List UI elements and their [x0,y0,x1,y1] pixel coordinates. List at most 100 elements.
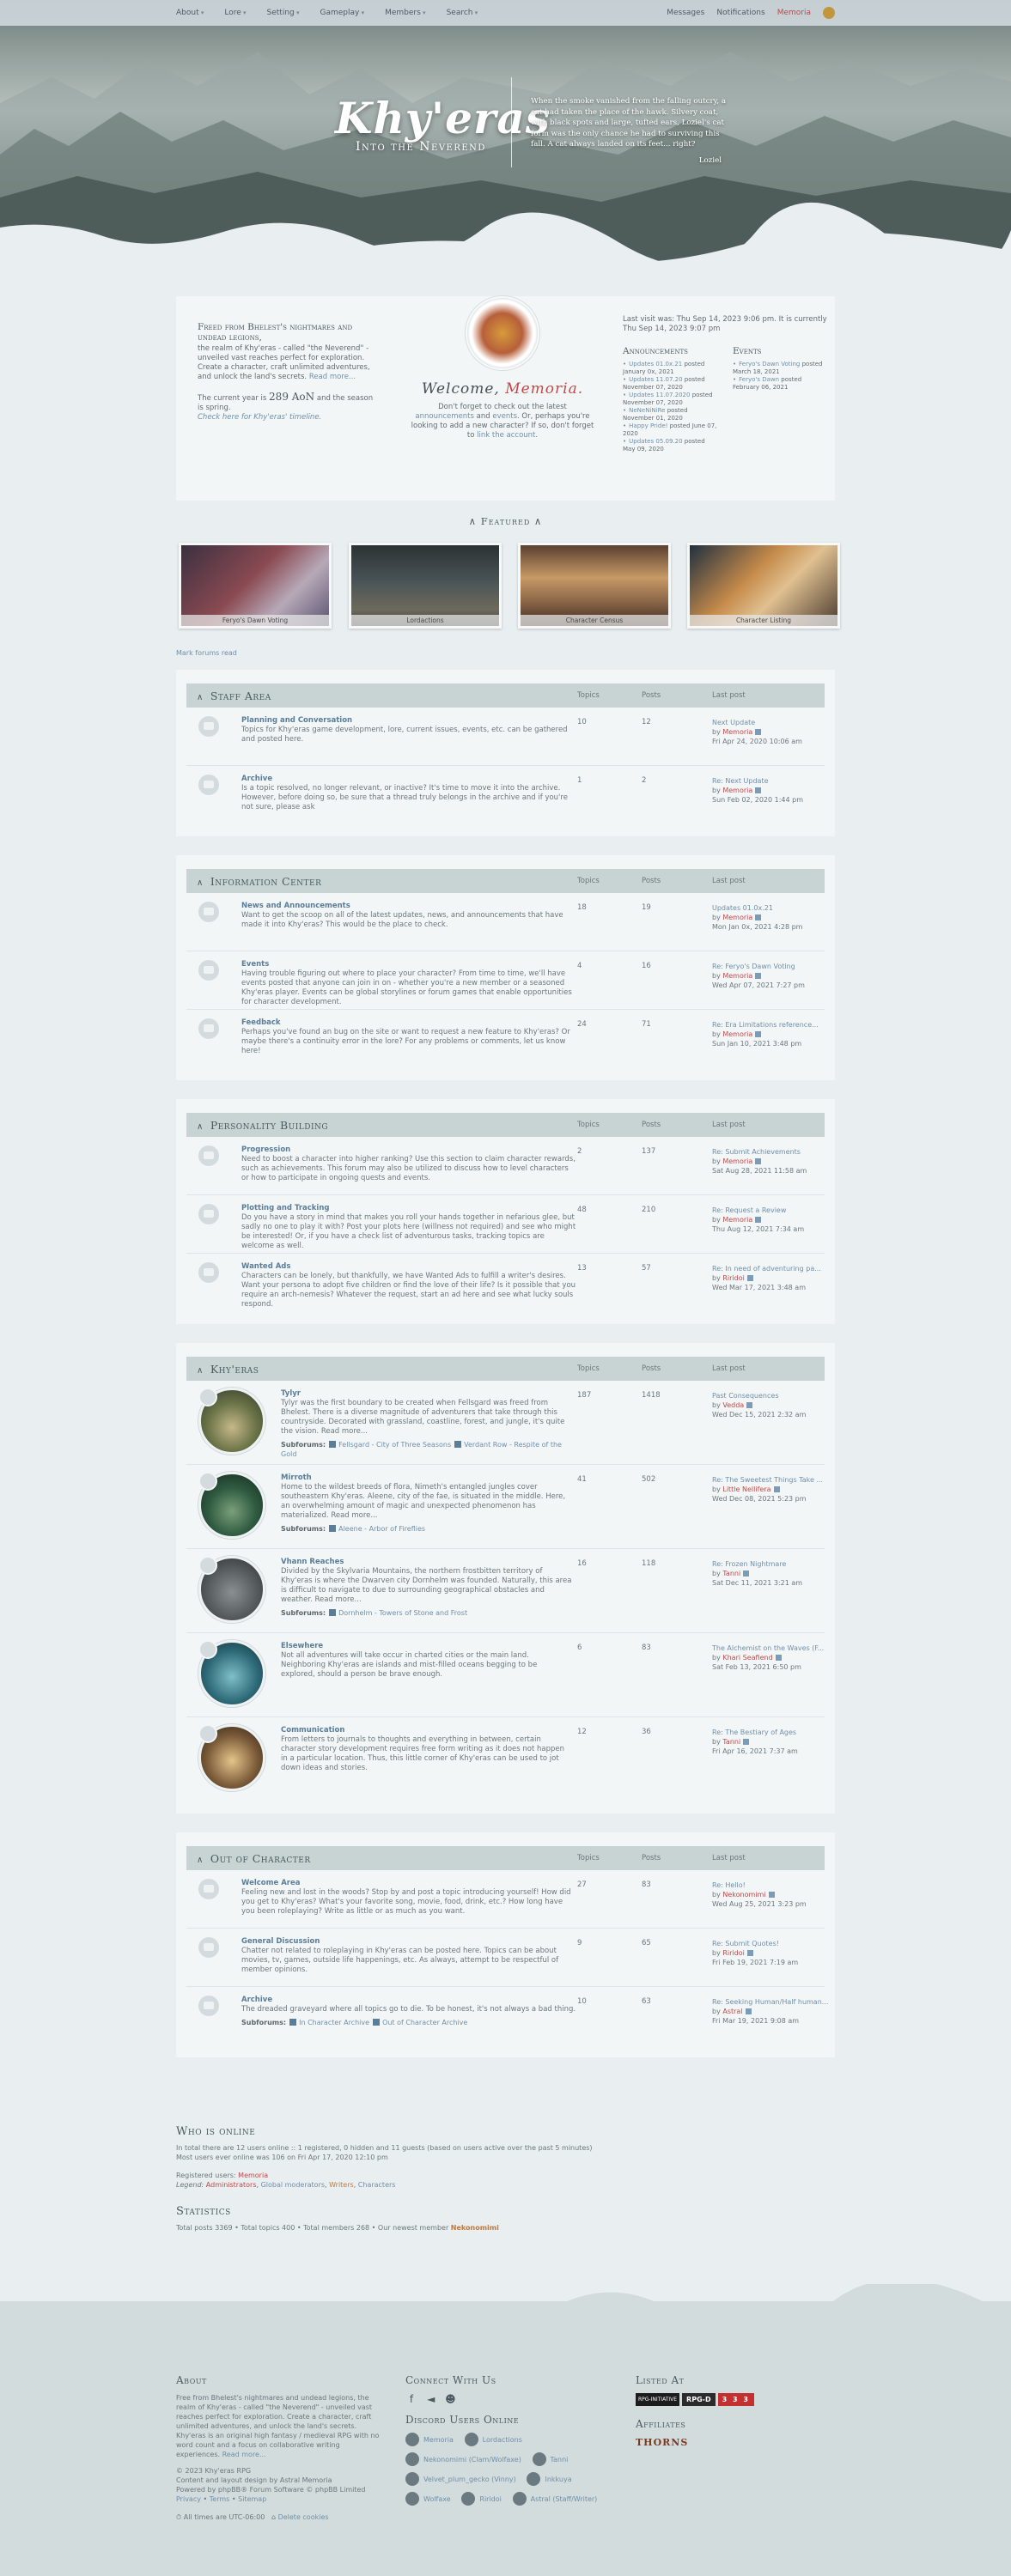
legend-characters[interactable]: Characters [358,2181,396,2189]
last-post-user-link[interactable]: Astral [722,2008,742,2015]
intro-read-more-link[interactable]: Read more... [309,373,356,381]
last-post-title-link[interactable]: Re: Era Limitations reference... [712,1020,841,1030]
category-header[interactable]: Information Center Topics Posts Last post [186,869,825,893]
forum-title-link[interactable]: Communication [281,1726,573,1735]
featured-card-4[interactable]: Character Listing [687,543,840,629]
forum-title-link[interactable]: News and Announcements [241,902,576,911]
discord-user[interactable]: Memoria [405,2433,454,2446]
last-post-user-link[interactable]: Memoria [722,1157,752,1165]
twitter-icon[interactable]: ◄ [425,2393,437,2405]
delete-cookies-link[interactable]: Delete cookies [278,2513,329,2521]
forum-title-link[interactable]: Tylyr [281,1389,573,1399]
last-post-user-link[interactable]: Riridoi [722,1274,745,1282]
forum-title-link[interactable]: Vhann Reaches [281,1558,573,1567]
category-header[interactable]: Khy'eras Topics Posts Last post [186,1357,825,1381]
listed-badge[interactable]: RPG-D [682,2393,716,2406]
last-post-user-link[interactable]: Vedda [722,1401,744,1409]
announcement-link[interactable]: Happy Pride! [629,422,667,429]
forum-row[interactable]: Plotting and Tracking Do you have a story… [186,1195,825,1254]
discord-user[interactable]: Astral (Staff/Writer) [512,2492,597,2506]
last-post-title-link[interactable]: Re: Submit Quotes! [712,1939,841,1948]
last-post-title-link[interactable]: Re: Feryo's Dawn Voting [712,962,841,971]
last-post-title-link[interactable]: Re: Hello! [712,1880,841,1890]
last-post-title-link[interactable]: The Alchemist on the Waves (F... [712,1643,841,1653]
forum-row[interactable]: Archive The dreaded graveyard where all t… [186,1987,828,2045]
forum-title-link[interactable]: Wanted Ads [241,1262,576,1272]
announcement-link[interactable]: Updates 05.09.20 [629,438,682,445]
last-post-title-link[interactable]: Re: Frozen Nightmare [712,1559,841,1569]
category-title[interactable]: Khy'eras [197,1363,259,1376]
category-header[interactable]: Personality Building Topics Posts Last post [186,1113,825,1137]
last-post-user-link[interactable]: Memoria [722,1030,752,1038]
footer-read-more-link[interactable]: Read more... [222,2451,266,2458]
forum-image[interactable] [198,1724,265,1791]
last-post-title-link[interactable]: Re: Request a Review [712,1206,841,1215]
discord-user[interactable]: Velvet_plum_gecko (Vinny) [405,2472,516,2486]
facebook-icon[interactable]: f [405,2393,417,2405]
view-latest-post-icon[interactable] [755,914,762,920]
category-title[interactable]: Information Center [197,875,321,888]
discord-user[interactable]: Wolfaxe [405,2492,451,2506]
last-post-title-link[interactable]: Re: In need of adventuring pa... [712,1264,841,1273]
nav-lore[interactable]: Lore [224,9,246,17]
newest-member-link[interactable]: Nekonomimi [451,2224,499,2232]
nav-notifications[interactable]: Notifications [716,9,764,17]
forum-row[interactable]: Archive Is a topic resolved, no longer re… [186,766,825,824]
forum-title-link[interactable]: Archive [241,1996,576,2005]
sitemap-link[interactable]: Sitemap [238,2495,266,2503]
legend-global-moderators[interactable]: Global moderators [261,2181,325,2189]
subforum-link[interactable]: In Character Archive [299,2019,369,2026]
events-link[interactable]: events [492,412,517,421]
last-post-user-link[interactable]: Memoria [722,914,752,921]
welcome-name[interactable]: Memoria. [505,380,583,398]
event-link[interactable]: Feryo's Dawn Voting [739,361,800,368]
nav-about[interactable]: About [176,9,204,17]
subforum-link[interactable]: Fellsgard - City of Three Seasons [338,1441,451,1449]
last-post-user-link[interactable]: Tanni [722,1570,740,1577]
forum-image[interactable] [198,1388,265,1455]
nav-members[interactable]: Members [385,9,425,17]
category-header[interactable]: Staff Area Topics Posts Last post [186,683,825,708]
last-post-user-link[interactable]: Riridoi [722,1949,745,1957]
view-latest-post-icon[interactable] [743,1739,750,1745]
registered-user-link[interactable]: Memoria [238,2172,268,2179]
view-latest-post-icon[interactable] [745,2008,752,2014]
forum-row[interactable]: Wanted Ads Characters can be lonely, but … [186,1254,825,1312]
announcement-link[interactable]: NeNeNiNiRe [629,407,665,414]
welcome-avatar[interactable] [466,296,539,370]
announcement-link[interactable]: Updates 01.0x.21 [629,361,682,368]
forum-row[interactable]: General Discussion Chatter not related to… [186,1929,825,1987]
forum-row[interactable]: Mirroth Home to the wildest breeds of flo… [186,1465,825,1549]
link-account-link[interactable]: link the account [477,431,535,440]
view-latest-post-icon[interactable] [775,1655,782,1661]
last-post-user-link[interactable]: Little Nellifera [722,1485,770,1493]
forum-row[interactable]: News and Announcements Want to get the sc… [186,893,825,951]
forum-title-link[interactable]: Events [241,960,576,969]
forum-title-link[interactable]: Elsewhere [281,1642,573,1651]
forum-image[interactable] [198,1556,265,1623]
last-post-user-link[interactable]: Memoria [722,972,752,980]
forum-title-link[interactable]: Archive [241,775,576,784]
privacy-link[interactable]: Privacy [176,2495,201,2503]
announcement-link[interactable]: Updates 11.07.20 [629,376,682,383]
view-latest-post-icon[interactable] [755,973,762,979]
forum-row[interactable]: Planning and Conversation Topics for Khy'… [186,708,825,766]
forum-title-link[interactable]: Progression [241,1145,576,1155]
discord-user[interactable]: Lordactions [464,2433,522,2446]
announcements-link[interactable]: announcements [415,412,474,421]
category-title[interactable]: Staff Area [197,690,271,702]
forum-title-link[interactable]: Mirroth [281,1473,573,1483]
nav-setting[interactable]: Setting [267,9,300,17]
view-latest-post-icon[interactable] [755,1217,762,1223]
forum-row[interactable]: Elsewhere Not all adventures will take oc… [186,1633,825,1717]
featured-card-2[interactable]: Lordactions [349,543,502,629]
forum-row[interactable]: Feedback Perhaps you've found an bug on t… [186,1010,825,1068]
last-post-title-link[interactable]: Re: The Bestiary of Ages [712,1728,841,1737]
view-latest-post-icon[interactable] [743,1571,750,1577]
last-post-title-link[interactable]: Re: Seeking Human/Half human... [712,1997,841,2007]
forum-row[interactable]: Tylyr Tylyr was the first boundary to be … [186,1381,825,1465]
site-logo[interactable]: Khy'eras Into the Neverend [335,93,550,154]
announcement-link[interactable]: Updates 11.07.2020 [629,392,690,398]
user-avatar[interactable] [823,7,835,19]
last-post-user-link[interactable]: Tanni [722,1738,740,1746]
